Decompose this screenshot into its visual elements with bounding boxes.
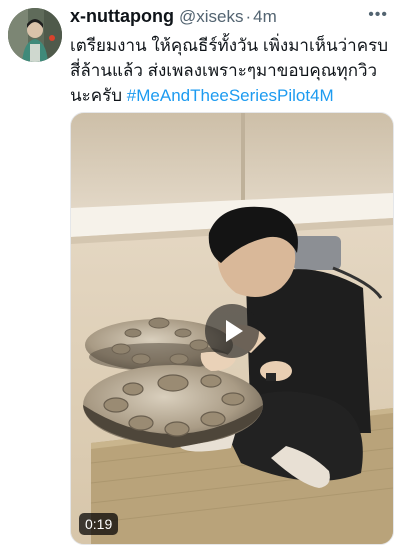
hashtag-link[interactable]: #MeAndTheeSeriesPilot4M (127, 86, 334, 105)
video-player[interactable]: 0:19 (70, 112, 394, 545)
video-duration: 0:19 (79, 513, 119, 535)
tweet-text-line: เตรียมงาน ให้คุณธีร์ทั้งวัน เพิ่งมาเห็นว… (70, 36, 388, 55)
user-handle[interactable]: @xiseks (179, 7, 244, 27)
avatar[interactable] (8, 8, 62, 62)
tweet-text: เตรียมงาน ให้คุณธีร์ทั้งวัน เพิ่งมาเห็นว… (70, 33, 392, 108)
separator-dot: · (245, 7, 252, 26)
timestamp[interactable]: 4m (253, 7, 277, 27)
display-name[interactable]: x-nuttapong (70, 6, 174, 27)
tweet-header: x-nuttapong @xiseks · 4m (70, 6, 388, 28)
play-icon[interactable] (205, 304, 259, 358)
tweet-text-segment: นะครับ (70, 86, 127, 105)
more-horizontal-icon[interactable]: ••• (368, 6, 388, 24)
avatar-image (8, 8, 62, 62)
tweet-text-line: นะครับ #MeAndTheeSeriesPilot4M (70, 83, 392, 108)
tweet-text-line: สี่ล้านแล้ว ส่งเพลงเพราะๆมาขอบคุณทุกวิว (70, 61, 378, 80)
